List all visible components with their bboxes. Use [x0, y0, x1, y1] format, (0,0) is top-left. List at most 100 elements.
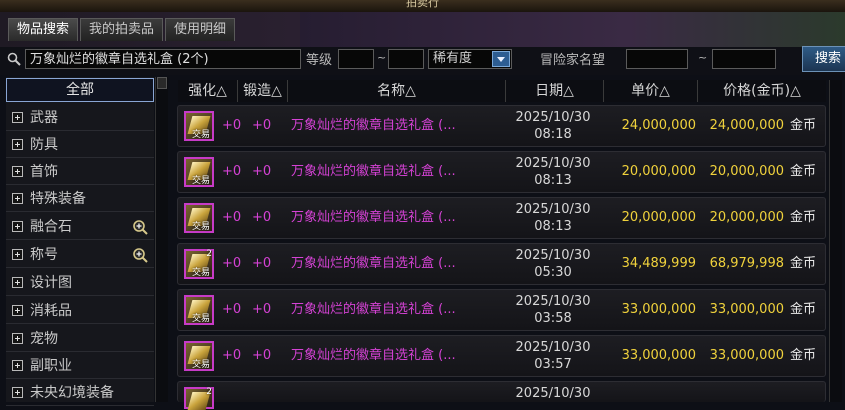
expand-plus-icon[interactable] — [12, 360, 23, 371]
currency-label: 金币 — [790, 210, 817, 225]
sidebar-item-label: 未央幻境装备 — [30, 385, 114, 401]
sidebar-item-label: 副职业 — [30, 358, 72, 374]
expand-plus-icon[interactable] — [12, 249, 23, 260]
item-icon[interactable]: 交易 — [184, 295, 214, 325]
total-price: 68,979,998 — [709, 256, 784, 271]
search-input[interactable]: 万象灿烂的徽章自选礼盒 (2个) — [25, 49, 301, 69]
table-row[interactable]: 2 2025/10/30 — [177, 381, 826, 410]
total-price: 33,000,000 — [709, 302, 784, 317]
enhance-value: +0 — [222, 302, 242, 317]
expand-plus-icon[interactable] — [12, 166, 23, 177]
rarity-select-label: 稀有度 — [433, 51, 473, 66]
column-header-enhance[interactable]: 强化△ — [178, 80, 238, 102]
enhance-value: +0 — [222, 164, 242, 179]
forge-value: +0 — [252, 256, 272, 271]
unit-price: 20,000,000 — [621, 164, 696, 179]
item-icon[interactable]: 交易 — [184, 157, 214, 187]
sidebar-item-jewelry[interactable]: 首饰 — [6, 159, 154, 185]
expand-plus-icon[interactable] — [12, 333, 23, 344]
sidebar-item-sub-profession[interactable]: 副职业 — [6, 353, 154, 379]
currency-label: 金币 — [790, 118, 817, 133]
listing-date: 2025/10/30 — [515, 386, 591, 401]
unit-price: 24,000,000 — [621, 118, 696, 133]
table-row[interactable]: 交易 +0 +0 万象灿烂的徽章自选礼盒 (... 2025/10/30 03:5… — [177, 335, 826, 377]
total-price: 20,000,000 — [709, 164, 784, 179]
column-header-forge[interactable]: 锻造△ — [238, 80, 288, 102]
chevron-down-icon — [492, 51, 510, 67]
sidebar-item-label: 融合石 — [30, 219, 72, 235]
sidebar-item-special-equipment[interactable]: 特殊装备 — [6, 186, 154, 212]
currency-label: 金币 — [790, 256, 817, 271]
expand-plus-icon[interactable] — [12, 305, 23, 316]
sidebar-item-weapons[interactable]: 武器 — [6, 105, 154, 131]
sidebar-item-consumables[interactable]: 消耗品 — [6, 298, 154, 324]
sidebar-item-weiyang-equipment[interactable]: 未央幻境装备 — [6, 380, 154, 406]
item-icon[interactable]: 2 交易 — [184, 249, 214, 279]
table-row[interactable]: 交易 +0 +0 万象灿烂的徽章自选礼盒 (... 2025/10/30 08:1… — [177, 151, 826, 193]
table-row[interactable]: 交易 +0 +0 万象灿烂的徽章自选礼盒 (... 2025/10/30 08:1… — [177, 197, 826, 239]
unit-price: 34,489,999 — [621, 256, 696, 271]
level-label: 等级 — [306, 53, 333, 68]
sidebar-item-label: 防具 — [30, 137, 58, 153]
table-row[interactable]: 2 交易 +0 +0 万象灿烂的徽章自选礼盒 (... 2025/10/30 05:… — [177, 243, 826, 285]
total-price: 20,000,000 — [709, 210, 784, 225]
results-scrollbar[interactable] — [829, 80, 842, 402]
unit-price: 20,000,000 — [621, 210, 696, 225]
sidebar-item-fusion-stone[interactable]: 融合石 — [6, 214, 154, 240]
sidebar-item-pets[interactable]: 宠物 — [6, 326, 154, 352]
expand-plus-icon[interactable] — [12, 193, 23, 204]
item-icon[interactable]: 交易 — [184, 341, 214, 371]
sidebar-scroll-thumb[interactable] — [157, 77, 167, 89]
search-button[interactable]: 搜索 — [802, 46, 845, 72]
column-header-price[interactable]: 价格(金币)△ — [698, 80, 826, 102]
sidebar-item-armor[interactable]: 防具 — [6, 132, 154, 158]
tab-my-auctions[interactable]: 我的拍卖品 — [80, 18, 164, 41]
zoom-in-icon[interactable] — [132, 247, 148, 263]
column-header-unit-price[interactable]: 单价△ — [604, 80, 698, 102]
total-price: 33,000,000 — [709, 348, 784, 363]
zoom-in-icon[interactable] — [132, 219, 148, 235]
forge-value: +0 — [252, 348, 272, 363]
column-header-date[interactable]: 日期△ — [506, 80, 604, 102]
item-name: 万象灿烂的徽章自选礼盒 (... — [291, 210, 456, 225]
fame-range-tilde: ~ — [698, 51, 708, 64]
sidebar-item-blueprint[interactable]: 设计图 — [6, 270, 154, 296]
tab-bar: 物品搜索 我的拍卖品 使用明细 — [8, 18, 236, 42]
sidebar-item-title[interactable]: 称号 — [6, 242, 154, 268]
rarity-select[interactable]: 稀有度 — [428, 49, 512, 69]
listing-date: 2025/10/30 08:13 — [515, 156, 591, 188]
expand-plus-icon[interactable] — [12, 139, 23, 150]
fame-min-input[interactable] — [626, 49, 688, 69]
item-icon[interactable]: 交易 — [184, 203, 214, 233]
sidebar-item-label: 宠物 — [30, 331, 58, 347]
table-row[interactable]: 交易 +0 +0 万象灿烂的徽章自选礼盒 (... 2025/10/30 03:5… — [177, 289, 826, 331]
forge-value: +0 — [252, 210, 272, 225]
expand-plus-icon[interactable] — [12, 387, 23, 398]
item-icon[interactable]: 交易 — [184, 111, 214, 141]
adventurer-fame-label: 冒险家名望 — [540, 53, 606, 68]
enhance-value: +0 — [222, 348, 242, 363]
item-icon[interactable]: 2 — [184, 387, 214, 410]
item-name: 万象灿烂的徽章自选礼盒 (... — [291, 302, 456, 317]
sidebar-item-label: 设计图 — [30, 275, 72, 291]
level-min-input[interactable] — [338, 49, 374, 69]
level-range-tilde: ~ — [377, 51, 387, 64]
sidebar-item-label: 称号 — [30, 247, 58, 263]
forge-value: +0 — [252, 302, 272, 317]
column-header-name[interactable]: 名称△ — [288, 80, 506, 102]
level-max-input[interactable] — [388, 49, 424, 69]
expand-plus-icon[interactable] — [12, 277, 23, 288]
listing-date: 2025/10/30 03:58 — [515, 294, 591, 326]
tab-usage-details[interactable]: 使用明细 — [165, 18, 236, 41]
item-name: 万象灿烂的徽章自选礼盒 (... — [291, 256, 456, 271]
sidebar-scrollbar[interactable] — [155, 77, 168, 402]
tab-item-search[interactable]: 物品搜索 — [8, 18, 79, 41]
sidebar-item-all[interactable]: 全部 — [6, 78, 154, 102]
unit-price: 33,000,000 — [621, 302, 696, 317]
header-background-right — [300, 12, 845, 47]
results-table-header: 强化△ 锻造△ 名称△ 日期△ 单价△ 价格(金币)△ — [178, 80, 826, 102]
expand-plus-icon[interactable] — [12, 221, 23, 232]
fame-max-input[interactable] — [712, 49, 776, 69]
table-row[interactable]: 交易 +0 +0 万象灿烂的徽章自选礼盒 (... 2025/10/30 08:1… — [177, 105, 826, 147]
expand-plus-icon[interactable] — [12, 112, 23, 123]
